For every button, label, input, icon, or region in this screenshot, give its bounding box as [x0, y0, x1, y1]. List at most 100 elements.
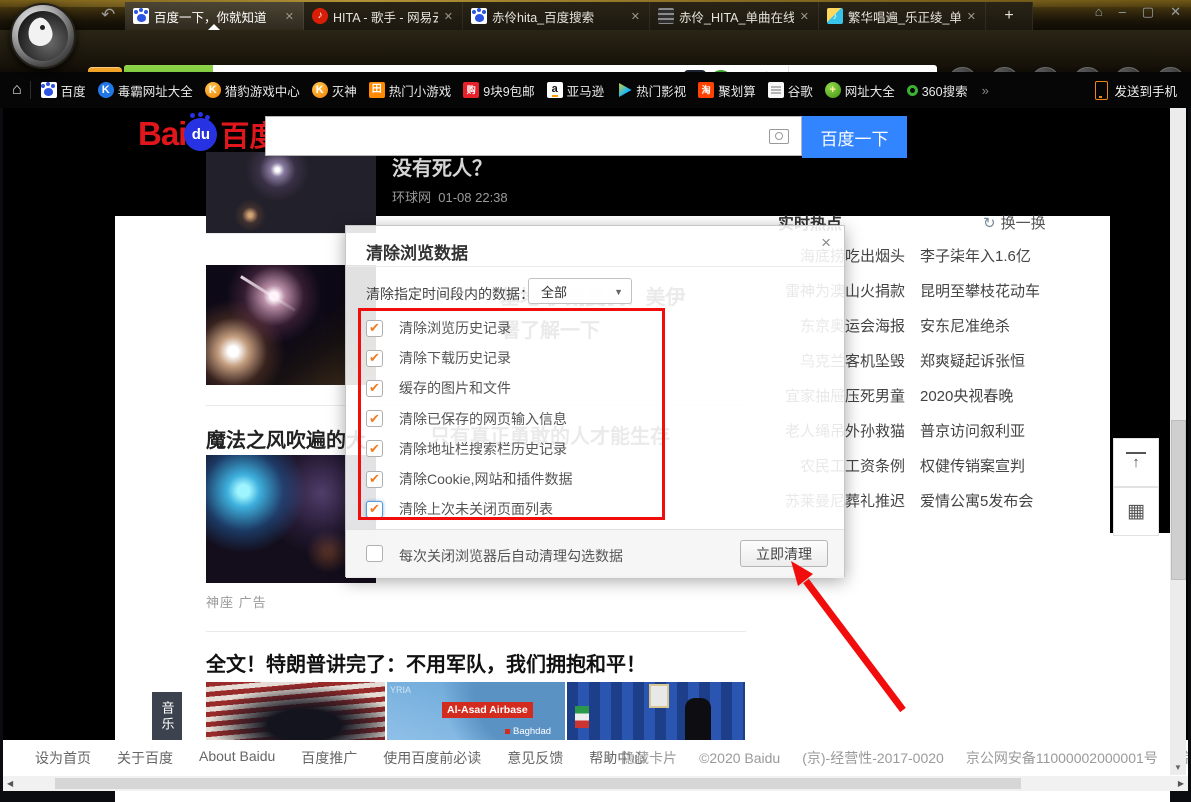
footer-link[interactable]: 百度推广 — [301, 748, 357, 768]
hot-item[interactable]: 李子柒年入1.6亿 — [920, 247, 1105, 267]
auto-clear-checkbox[interactable] — [366, 545, 383, 562]
annotation-red-arrow — [778, 552, 928, 727]
time-range-value: 全部 — [541, 282, 567, 301]
hot-item[interactable]: 普京访问叙利亚 — [920, 422, 1105, 442]
hotlist-refresh-label: 换一换 — [1001, 212, 1046, 233]
close-button[interactable]: ✕ — [1170, 4, 1181, 20]
browser-tab[interactable]: 百度一下，你就知道✕ — [125, 2, 304, 30]
news-image-trump-press[interactable] — [206, 682, 385, 740]
bookmark-item[interactable]: +网址大全 — [825, 81, 895, 100]
baidu-search-button[interactable]: 百度一下 — [802, 116, 907, 158]
map-airbase-label: Al-Asad Airbase — [442, 702, 533, 718]
horizontal-scrollbar-thumb[interactable] — [55, 778, 1021, 789]
bookmark-items: 百度K毒霸网址大全K猎豹游戏中心K灭神田热门小游戏购9块9包邮a亚马逊热门影视淘… — [41, 81, 980, 100]
skin-button[interactable]: ⌂ — [1095, 4, 1103, 20]
footer-link[interactable]: 设为首页 — [35, 748, 91, 768]
paw-glyph — [137, 14, 146, 22]
minimize-button[interactable]: – — [1119, 4, 1126, 20]
news-title-faded: 没有死人？ — [392, 152, 492, 181]
tab-title: 赤伶_HITA_单曲在线... — [679, 7, 794, 26]
duba-favicon: K — [98, 82, 114, 98]
bookmark-item[interactable]: 购9块9包邮 — [463, 81, 534, 100]
time-range-label: 清除指定时间段内的数据： — [366, 284, 534, 304]
bookmark-item[interactable]: 360搜索 — [907, 81, 968, 100]
hot-item[interactable]: 安东尼准绝杀 — [920, 317, 1105, 337]
news-image-map[interactable]: YRIA Al-Asad Airbase Baghdad — [387, 682, 565, 740]
bookmark-item[interactable]: K毒霸网址大全 — [98, 81, 193, 100]
tab-close-icon[interactable]: ✕ — [966, 10, 977, 23]
dialog-close-icon[interactable]: × — [821, 233, 831, 253]
news-image-iran-leader[interactable] — [567, 682, 745, 740]
bookmark-item[interactable]: K灭神 — [312, 81, 357, 100]
dropdown-caret-icon: ▼ — [614, 287, 623, 297]
scrollbar-left-arrow[interactable]: ◀ — [7, 779, 13, 788]
news-headline-magic[interactable]: 魔法之风吹遍的大 — [206, 424, 366, 453]
liebao-favicon: K — [205, 82, 221, 98]
baidu-logo: Bai du 百度 — [138, 113, 278, 155]
license-text: (京)-经营性-2017-0020 — [802, 748, 944, 768]
music-side-tab[interactable]: 音乐 — [152, 692, 182, 742]
bookmark-item[interactable]: a亚马逊 — [547, 81, 605, 100]
scrollbar-down-arrow[interactable]: ▼ — [1174, 763, 1182, 772]
qr-code-button[interactable]: ▦ — [1113, 487, 1159, 536]
send-to-phone[interactable]: 发送到手机 — [1095, 72, 1177, 108]
hot-item[interactable]: 爱情公寓5发布会 — [920, 492, 1105, 512]
news-headline-trump[interactable]: 全文！特朗普讲完了：不用军队，我们拥抱和平！ — [206, 648, 646, 677]
ring360-favicon — [907, 85, 918, 96]
titlebar-back-icon[interactable]: ↶ — [101, 5, 115, 25]
maximize-button[interactable]: ▢ — [1142, 4, 1154, 20]
browser-tab[interactable]: 赤伶_HITA_单曲在线... ✕ — [650, 2, 819, 30]
tab-close-icon[interactable]: ✕ — [799, 10, 810, 23]
taobao-favicon: 淘 — [698, 82, 714, 98]
toolbar: ‹ 百度官网 https://www.baidu.com/index.php?t… — [0, 30, 1191, 72]
bookmark-item[interactable]: 田热门小游戏 — [369, 81, 452, 100]
footer-links: 设为首页关于百度About Baidu百度推广使用百度前必读意见反馈帮助中心 — [35, 748, 645, 768]
hide-cards-link[interactable]: 隐藏卡片 — [621, 748, 677, 768]
amazon-favicon: a — [547, 82, 563, 98]
hot-item[interactable]: 昆明至攀枝花动车 — [920, 282, 1105, 302]
time-range-dropdown[interactable]: 全部 ▼ — [528, 278, 632, 304]
browser-tab[interactable]: ♪繁华唱遍_乐正绫_单...✕ — [819, 2, 986, 30]
home-icon[interactable]: ⌂ — [12, 81, 22, 99]
bookmark-item[interactable]: 谷歌 — [768, 81, 813, 100]
camera-search-icon[interactable] — [769, 129, 789, 144]
phone-icon — [1095, 81, 1108, 100]
hot-item[interactable]: 权健传销案宣判 — [920, 457, 1105, 477]
bookmark-label: 聚划算 — [718, 81, 756, 100]
back-to-top-button[interactable]: ↑ — [1113, 438, 1159, 487]
scrollbar-right-arrow[interactable]: ▶ — [1178, 779, 1184, 788]
horizontal-scrollbar[interactable]: ◀ ▶ — [3, 776, 1188, 791]
footer-link[interactable]: 意见反馈 — [507, 748, 563, 768]
liebao-browser-logo[interactable] — [10, 3, 76, 69]
footer-link[interactable]: About Baidu — [199, 748, 275, 768]
bookmark-item[interactable]: 热门影视 — [616, 81, 686, 100]
dialog-footer: 每次关闭浏览器后自动清理勾选数据 立即清理 — [346, 529, 844, 578]
cheetah-eye — [40, 25, 45, 30]
bookmark-item[interactable]: 百度 — [41, 81, 86, 100]
footer-link[interactable]: 关于百度 — [117, 748, 173, 768]
footer-link[interactable]: 使用百度前必读 — [383, 748, 481, 768]
bookmark-item[interactable]: 淘聚划算 — [698, 81, 756, 100]
vertical-scrollbar-thumb[interactable] — [1171, 420, 1186, 580]
browser-tab[interactable]: ♪HITA - 歌手 - 网易云...✕ — [304, 2, 463, 30]
hotlist-refresh[interactable]: ↻ 换一换 — [983, 212, 1046, 233]
bookmark-label: 热门小游戏 — [389, 81, 452, 100]
news-image-missile-night[interactable] — [206, 152, 376, 233]
bookmarks-overflow-chevron[interactable]: » — [982, 83, 989, 98]
bookmark-label: 毒霸网址大全 — [118, 81, 193, 100]
ad-caption: 神座 广告 — [206, 592, 267, 611]
bookmark-item[interactable]: K猎豹游戏中心 — [205, 81, 300, 100]
bookmarks-divider — [30, 81, 31, 99]
tab-close-icon[interactable]: ✕ — [443, 10, 454, 23]
hot-item[interactable]: 2020央视春晚 — [920, 387, 1105, 407]
baidu-paw-icon: du — [184, 118, 217, 151]
qr-code-icon: ▦ — [1127, 500, 1145, 523]
tab-close-icon[interactable]: ✕ — [630, 10, 641, 23]
baidu-search-input[interactable] — [265, 116, 802, 156]
new-tab-button[interactable]: + — [986, 2, 1033, 30]
tab-close-icon[interactable]: ✕ — [284, 10, 295, 23]
hot-item[interactable]: 郑爽疑起诉张恒 — [920, 352, 1105, 372]
browser-tab[interactable]: 赤伶hita_百度搜索✕ — [463, 2, 650, 30]
chevron-down-icon[interactable]: ∨ — [605, 752, 613, 765]
vertical-scrollbar[interactable]: ▼ — [1170, 108, 1186, 775]
